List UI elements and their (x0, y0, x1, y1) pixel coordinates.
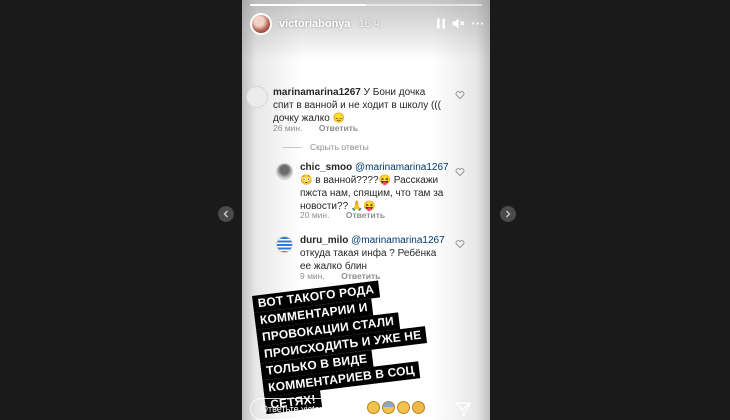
reply-text: duru_milo @marinamarina1267 откуда такая… (300, 234, 450, 273)
story-frame[interactable]: victoriabonya 16 ч. ··· marinamarina1267… (242, 0, 490, 420)
reply-body: в ванной???? (315, 175, 379, 186)
reply-username[interactable]: duru_milo (300, 235, 348, 246)
heart-icon[interactable] (455, 239, 465, 249)
comment-meta: 26 мин. Ответить (273, 122, 358, 135)
reply-mention[interactable]: @marinamarina1267 (351, 235, 445, 246)
reaction-emoji[interactable] (382, 401, 395, 414)
reply-body: откуда такая инфа ? Ребёнка ее жалко бли… (300, 248, 437, 272)
comment-text: marinamarina1267 У Бони дочка спит в ван… (273, 86, 443, 125)
mute-button[interactable] (450, 15, 466, 31)
reply-username[interactable]: chic_smoo (300, 162, 352, 173)
send-icon[interactable] (454, 400, 472, 418)
reply-time: 9 мин. (300, 271, 325, 281)
story-username[interactable]: victoriabonya (279, 18, 351, 30)
story-time: 16 ч. (358, 18, 383, 30)
reply-mention[interactable]: @marinamarina1267 (355, 162, 449, 173)
more-icon: ··· (471, 15, 485, 31)
more-button[interactable]: ··· (470, 15, 486, 31)
reply-emoji: 😳 (300, 175, 313, 186)
hide-replies-line (282, 147, 302, 148)
pause-icon (437, 18, 445, 28)
reply-time: 20 мин. (300, 210, 330, 220)
reply-meta: 20 мин. Ответить (300, 209, 385, 222)
avatar[interactable] (250, 13, 272, 35)
mute-icon (452, 18, 464, 28)
previous-story-button[interactable] (218, 206, 234, 222)
comment-reply-button[interactable]: Ответить (319, 123, 358, 133)
reaction-emoji[interactable] (412, 401, 425, 414)
reaction-emoji[interactable] (367, 401, 380, 414)
story-progress-fill (250, 4, 366, 6)
reply-avatar[interactable] (276, 163, 293, 180)
reply-reply-button[interactable]: Ответить (341, 271, 380, 281)
reply-text: chic_smoo @marinamarina1267 😳 в ванной??… (300, 161, 458, 213)
hide-replies-button[interactable]: Скрыть ответы (310, 142, 369, 152)
story-header: victoriabonya 16 ч. ··· (250, 12, 485, 36)
quick-reactions (367, 401, 425, 414)
comment-username[interactable]: marinamarina1267 (273, 87, 361, 98)
heart-icon[interactable] (455, 167, 465, 177)
next-story-button[interactable] (500, 206, 516, 222)
story-viewer: victoriabonya 16 ч. ··· marinamarina1267… (0, 0, 730, 420)
reply-emoji: 😝 (378, 175, 391, 186)
story-caption: ВОТ ТАКОГО РОДА КОММЕНТАРИИ И ПРОВОКАЦИИ… (252, 274, 445, 415)
chevron-right-icon (506, 210, 511, 218)
heart-icon[interactable] (455, 90, 465, 100)
reply-reply-button[interactable]: Ответить (346, 210, 385, 220)
reaction-emoji[interactable] (397, 401, 410, 414)
reply-avatar[interactable] (276, 236, 293, 253)
comment-avatar[interactable] (246, 86, 268, 108)
pause-button[interactable] (433, 15, 449, 31)
comment-time: 26 мин. (273, 123, 303, 133)
chevron-left-icon (223, 210, 228, 218)
story-progress-bar (250, 4, 482, 6)
